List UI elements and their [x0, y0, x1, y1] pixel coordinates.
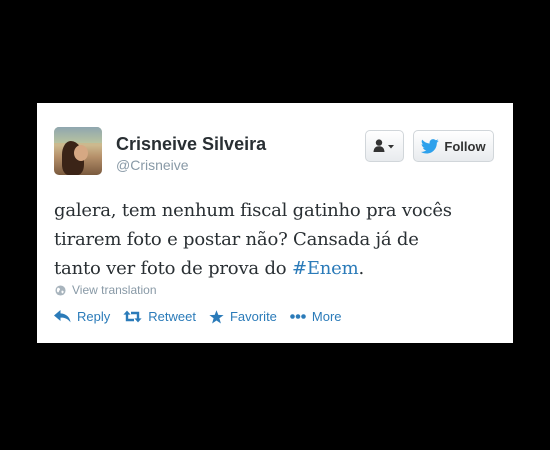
hashtag-link[interactable]: #Enem: [292, 258, 359, 279]
reply-label: Reply: [77, 309, 111, 324]
avatar[interactable]: [54, 127, 102, 175]
follow-label: Follow: [444, 138, 486, 154]
tweet-text-line: galera, tem nenhum fiscal gatinho pra vo…: [54, 200, 452, 221]
user-dropdown-icon: [373, 139, 394, 152]
tweet-text-line: tanto ver foto de prova do #Enem.: [54, 254, 499, 283]
tweet-text-segment: tanto ver foto de prova do: [54, 258, 292, 279]
more-label: More: [311, 309, 342, 324]
tweet-text-line: tirarem foto e postar não? Cansada já de: [54, 229, 419, 250]
user-handle[interactable]: @Crisneive: [116, 157, 189, 173]
view-translation-link[interactable]: View translation: [55, 283, 157, 297]
favorite-label: Favorite: [229, 309, 277, 324]
tweet-card: Crisneive Silveira @Crisneive Follow gal…: [37, 103, 513, 343]
user-actions-button[interactable]: [365, 130, 404, 162]
globe-icon: [55, 284, 66, 296]
follow-button[interactable]: Follow: [413, 130, 494, 162]
tweet-text-end: .: [358, 258, 365, 279]
display-name[interactable]: Crisneive Silveira: [116, 134, 266, 155]
retweet-label: Retweet: [148, 309, 196, 324]
tweet-text: galera, tem nenhum fiscal gatinho pra vo…: [54, 196, 499, 283]
more-button[interactable]: More: [290, 309, 342, 324]
reply-icon: [54, 310, 71, 323]
retweet-icon: [123, 310, 142, 323]
more-dots-icon: [290, 314, 306, 319]
favorite-button[interactable]: Favorite: [209, 309, 277, 324]
twitter-bird-icon: [421, 138, 440, 153]
reply-button[interactable]: Reply: [54, 309, 110, 324]
tweet-actions: Reply Retweet Favorite More: [54, 309, 355, 324]
view-translation-label: View translation: [72, 283, 157, 297]
retweet-button[interactable]: Retweet: [123, 309, 196, 324]
star-icon: [209, 309, 224, 323]
